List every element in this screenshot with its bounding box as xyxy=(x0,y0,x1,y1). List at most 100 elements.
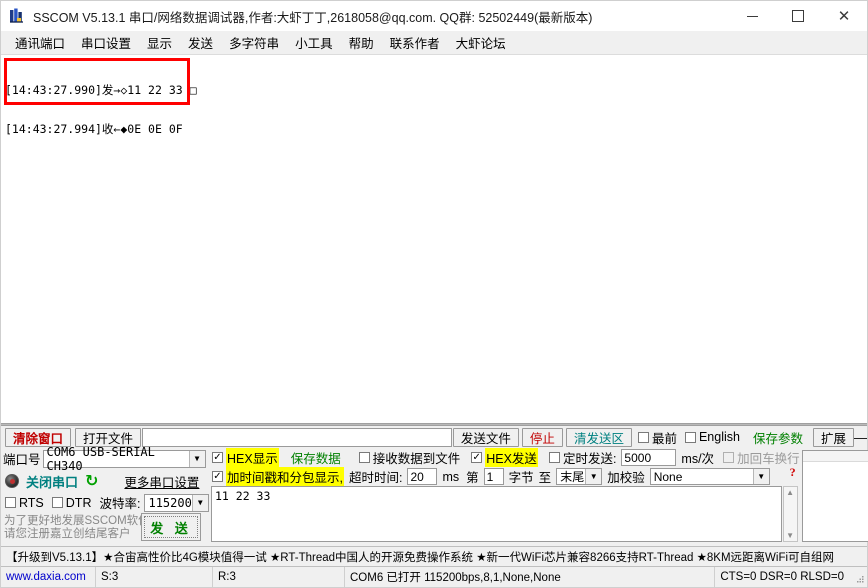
rts-label: RTS xyxy=(19,495,44,510)
clear-send-area-button[interactable]: 清发送区 xyxy=(565,427,632,447)
timeout-input[interactable]: 20 xyxy=(407,468,438,485)
english-label: English xyxy=(698,430,740,444)
stop-button[interactable]: 停止 xyxy=(521,427,563,447)
status-bar: www.daxia.com S:3 R:3 COM6 已打开 115200bps… xyxy=(1,566,867,587)
serial-settings-panel: 端口号 COM6 USB-SERIAL CH340 ▼ 关闭串口 ↻ 更多串口设… xyxy=(1,445,209,546)
menu-item-multi-string[interactable]: 多字符串 xyxy=(221,30,287,55)
hex-send-checkbox[interactable]: ✓ HEX发送 xyxy=(471,448,538,467)
send-scrollbar[interactable]: ▲ ▼ xyxy=(782,486,798,542)
port-row: 端口号 COM6 USB-SERIAL CH340 ▼ xyxy=(3,445,208,473)
save-data-button[interactable]: 保存数据 xyxy=(284,448,348,467)
topmost-checkbox[interactable]: 最前 xyxy=(637,428,677,447)
port-status-led-icon xyxy=(5,474,19,488)
hex-send-label: HEX发送 xyxy=(485,448,538,467)
topmost-checkbox-box xyxy=(637,431,649,443)
timeout-unit: ms xyxy=(442,469,460,484)
maximize-button[interactable] xyxy=(775,1,821,31)
menu-item-send[interactable]: 发送 xyxy=(180,30,221,55)
baud-select[interactable]: 115200 ▼ xyxy=(144,493,209,512)
display-options-row: ✓ HEX显示 保存数据 接收数据到文件 ✓ HEX发送 定时发送: 5000 … xyxy=(208,448,800,479)
menu-bar: 通讯端口 串口设置 显示 发送 多字符串 小工具 帮助 联系作者 大虾论坛 xyxy=(1,31,867,55)
timed-send-unit: ms/次 xyxy=(681,452,715,466)
minimize-button[interactable] xyxy=(729,1,775,31)
help-marker-icon[interactable]: ? xyxy=(790,465,796,480)
promo-text: 为了更好地发展SSCOM软件 请您注册嘉立创结尾客户 xyxy=(4,515,150,540)
ad-banner-text: 【升级到V5.13.1】★合宙高性价比4G模块值得一试 ★RT-Thread中国… xyxy=(6,551,835,564)
app-icon xyxy=(8,7,26,25)
status-sent-count: S:3 xyxy=(96,567,213,587)
status-site-label: www.daxia.com xyxy=(6,571,86,583)
close-icon: ✕ xyxy=(837,6,851,25)
port-select[interactable]: COM6 USB-SERIAL CH340 ▼ xyxy=(42,445,206,473)
sscom-window: SSCOM V5.13.1 串口/网络数据调试器,作者:大虾丁丁,2618058… xyxy=(0,0,868,588)
collapse-button[interactable]: — xyxy=(854,430,867,445)
status-port-state: COM6 已打开 115200bps,8,1,None,None xyxy=(345,567,716,587)
close-button[interactable]: ✕ xyxy=(821,1,867,31)
receive-panel: [14:43:27.990]发→◇11 22 33 □ [14:43:27.99… xyxy=(1,55,867,425)
save-params-button[interactable]: 保存参数 xyxy=(746,428,810,447)
timed-send-checkbox-box xyxy=(548,452,560,463)
chevron-down-icon: ▼ xyxy=(752,469,769,484)
timestamp-pack-checkbox[interactable]: ✓ 加时间戳和分包显示, xyxy=(212,467,344,486)
english-checkbox[interactable]: English xyxy=(684,430,740,444)
hex-display-checkbox[interactable]: ✓ HEX显示 xyxy=(212,448,279,467)
more-settings-button[interactable]: 更多串口设置 xyxy=(117,472,206,491)
byte-to-select[interactable]: 末尾 ▼ xyxy=(556,468,603,485)
send-file-button[interactable]: 发送文件 xyxy=(452,427,519,447)
recv-to-file-checkbox[interactable]: 接收数据到文件 xyxy=(358,448,460,467)
status-site-link[interactable]: www.daxia.com xyxy=(1,567,96,587)
add-crlf-checkbox-box xyxy=(723,452,735,463)
timed-send-input[interactable]: 5000 xyxy=(621,449,677,466)
close-port-button[interactable]: 关闭串口 xyxy=(24,472,80,491)
lower-region: 端口号 COM6 USB-SERIAL CH340 ▼ 关闭串口 ↻ 更多串口设… xyxy=(1,445,868,546)
status-received-count: R:3 xyxy=(213,567,345,587)
status-signals: CTS=0 DSR=0 RLSD=0 xyxy=(720,571,844,583)
timestamp-pack-checkbox-box: ✓ xyxy=(212,470,223,482)
menu-item-serial-settings[interactable]: 串口设置 xyxy=(73,30,139,55)
rts-checkbox[interactable]: RTS xyxy=(5,496,44,510)
recv-to-file-checkbox-box xyxy=(358,452,370,463)
menu-item-contact-author[interactable]: 联系作者 xyxy=(382,30,448,55)
menu-item-help[interactable]: 帮助 xyxy=(341,30,382,55)
window-controls: ✕ xyxy=(729,1,867,31)
resize-grip-icon[interactable] xyxy=(849,567,867,587)
dtr-checkbox[interactable]: DTR xyxy=(51,496,91,510)
chevron-down-icon: ▼ xyxy=(585,469,602,484)
menu-item-display[interactable]: 显示 xyxy=(139,30,180,55)
window-title: SSCOM V5.13.1 串口/网络数据调试器,作者:大虾丁丁,2618058… xyxy=(33,10,593,25)
timed-send-checkbox[interactable]: 定时发送: xyxy=(548,448,617,467)
timeout-label: 超时时间: xyxy=(348,471,403,485)
maximize-icon xyxy=(792,10,804,22)
receive-textarea[interactable]: [14:43:27.990]发→◇11 22 33 □ [14:43:27.99… xyxy=(1,55,867,424)
control-panel: 清除窗口 打开文件 发送文件 停止 清发送区 最前 English 保存参数 扩… xyxy=(1,425,868,546)
checksum-label: 加校验 xyxy=(607,471,645,485)
receive-line: [14:43:27.994]收←◆0E 0E 0F xyxy=(5,122,183,136)
port-select-value: COM6 USB-SERIAL CH340 xyxy=(46,444,155,473)
menu-item-forum[interactable]: 大虾论坛 xyxy=(448,30,514,55)
multi-string-list[interactable] xyxy=(801,450,868,542)
send-button[interactable]: 发 送 xyxy=(141,513,201,541)
checksum-select[interactable]: None ▼ xyxy=(649,468,770,485)
timed-send-label: 定时发送: xyxy=(562,452,617,466)
options-panel: ✓ HEX显示 保存数据 接收数据到文件 ✓ HEX发送 定时发送: 5000 … xyxy=(208,448,800,546)
scroll-up-icon[interactable]: ▲ xyxy=(786,487,794,498)
byte-to-select-value: 末尾 xyxy=(560,470,585,484)
ad-banner[interactable]: 【升级到V5.13.1】★合宙高性价比4G模块值得一试 ★RT-Thread中国… xyxy=(1,546,867,566)
send-textarea[interactable]: 11 22 33 xyxy=(211,486,782,542)
topmost-label: 最前 xyxy=(651,431,677,446)
extend-button[interactable]: 扩展 xyxy=(812,427,854,447)
baud-select-value: 115200 xyxy=(148,495,192,510)
chevron-down-icon: ▼ xyxy=(188,450,205,467)
menu-item-comm-port[interactable]: 通讯端口 xyxy=(7,30,73,55)
add-crlf-checkbox[interactable]: 加回车换行 xyxy=(723,448,800,467)
refresh-ports-icon[interactable]: ↻ xyxy=(85,473,98,489)
baud-label: 波特率: xyxy=(99,497,141,511)
timestamp-options-row: ✓ 加时间戳和分包显示, 超时时间: 20 ms 第 1 字节 至 末尾 ▼ 加… xyxy=(208,467,800,486)
dtr-checkbox-box xyxy=(51,497,63,508)
panel-divider xyxy=(1,423,867,424)
menu-item-tools[interactable]: 小工具 xyxy=(287,30,341,55)
byte-from-input[interactable]: 1 xyxy=(483,468,504,485)
multi-string-panel xyxy=(800,448,868,546)
byte-from-label: 第 xyxy=(466,471,479,485)
scroll-down-icon[interactable]: ▼ xyxy=(786,530,794,541)
